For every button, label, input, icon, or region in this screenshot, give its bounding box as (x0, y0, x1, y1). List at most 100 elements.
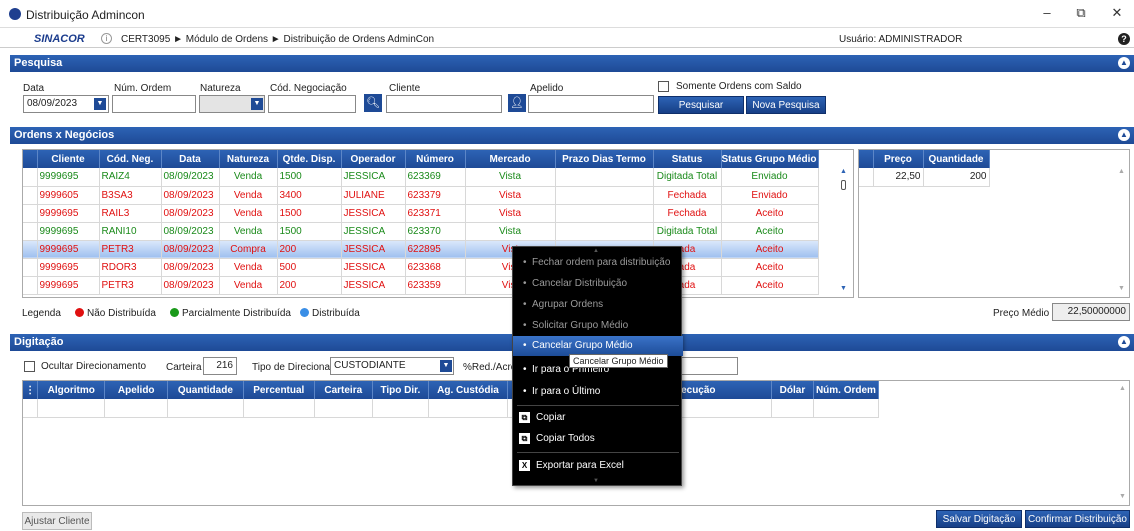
dig-col-header[interactable]: Dólar (771, 381, 814, 399)
col-header[interactable]: Operador (341, 150, 406, 168)
dig-col-header[interactable]: Percentual (243, 381, 315, 399)
menu-item-label: Ir para o Último (532, 386, 601, 397)
row-selector[interactable] (23, 186, 38, 205)
dig-col-header[interactable]: Núm. Ordem (813, 381, 880, 399)
scroll-up-icon[interactable]: ▲ (840, 168, 847, 175)
user-lookup-icon[interactable]: 👤︎ (508, 94, 526, 112)
apelido-input[interactable] (528, 95, 654, 113)
menu-cancelar-grupo-medio[interactable]: • Cancelar Grupo Médio (513, 336, 683, 356)
dig-scroll-down-icon[interactable]: ▼ (1119, 493, 1126, 500)
row-selector[interactable] (23, 222, 38, 241)
preco-scroll-up-icon[interactable]: ▲ (1118, 168, 1125, 175)
saldo-checkbox[interactable] (658, 81, 669, 92)
nova-pesquisa-button[interactable]: Nova Pesquisa (746, 96, 826, 114)
breadcrumb: CERT3095 ► Módulo de Ordens ► Distribuiç… (121, 34, 435, 45)
salvar-digitacao-button[interactable]: Salvar Digitação (936, 510, 1022, 528)
col-header[interactable]: Qtde. Disp. (277, 150, 342, 168)
dig-col-header[interactable]: Tipo Dir. (372, 381, 430, 399)
col-header[interactable]: Natureza (219, 150, 278, 168)
preco-row[interactable]: 22,50 200 (859, 168, 990, 187)
dig-selector-header: ⋮ (23, 381, 39, 399)
menu-scroll-down-icon[interactable]: ▼ (593, 478, 599, 484)
natureza-label: Natureza (200, 83, 241, 94)
dig-col-header[interactable]: Carteira (314, 381, 373, 399)
pesquisar-button[interactable]: Pesquisar (658, 96, 744, 114)
col-header[interactable]: Mercado (465, 150, 556, 168)
close-button[interactable]: ✕ (1102, 5, 1132, 21)
col-header[interactable]: Prazo Dias Termo (555, 150, 654, 168)
carteira-input[interactable]: 216 (203, 357, 237, 375)
cell-cod: B3SA3 (99, 186, 162, 205)
cell-grupo: Aceito (721, 204, 819, 223)
menu-agrupar-ordens[interactable]: • Agrupar Ordens (513, 295, 683, 315)
col-header[interactable]: Cód. Neg. (99, 150, 162, 168)
col-header[interactable]: Status (653, 150, 722, 168)
cell-natureza: Venda (219, 168, 278, 187)
menu-item-label: Copiar (536, 412, 566, 423)
cell-mercado: Vista (465, 204, 556, 223)
digitacao-empty-row[interactable] (23, 399, 880, 418)
dig-col-header[interactable]: Ag. Custódia (428, 381, 508, 399)
pesquisa-header: Pesquisa ▲ (10, 55, 1134, 72)
table-row[interactable]: 9999605 B3SA3 08/09/2023 Venda 3400 JULIANE 62… (23, 186, 819, 205)
search-icon[interactable]: 🔍︎ (364, 94, 382, 112)
dig-col-header[interactable]: Algoritmo (37, 381, 106, 399)
cod-neg-input[interactable] (268, 95, 356, 113)
dig-col-header[interactable]: Apelido (104, 381, 169, 399)
table-row[interactable]: 9999695 RANI10 08/09/2023 Venda 1500 JESSICA 6… (23, 222, 819, 241)
preco-grid[interactable]: Preço Quantidade 22,50 200 ▲ ▼ (858, 149, 1130, 298)
minimize-button[interactable]: – (1032, 5, 1062, 20)
cliente-input[interactable] (386, 95, 502, 113)
cell-cliente: 9999695 (37, 258, 100, 277)
table-row[interactable]: 9999695 RAIZ4 08/09/2023 Venda 1500 JESSICA 62… (23, 168, 819, 187)
menu-fechar-ordem[interactable]: • Fechar ordem para distribuição (513, 253, 683, 273)
preco-scroll-down-icon[interactable]: ▼ (1118, 285, 1125, 292)
cell-prazo (555, 186, 654, 205)
ordens-grid[interactable]: Cliente Cód. Neg. Data Natureza Qtde. Disp. O… (22, 149, 854, 298)
collapse-ordens-icon[interactable]: ▲ (1118, 129, 1130, 141)
tipo-dir-select[interactable]: CUSTODIANTE (330, 357, 454, 375)
table-row[interactable]: 9999695 PETR3 08/09/2023 Compra 200 JESSICA 62… (23, 240, 819, 259)
restore-button[interactable]: ⧉ (1066, 5, 1096, 21)
menu-cancelar-distribuicao[interactable]: • Cancelar Distribuição (513, 274, 683, 294)
preco-table: Preço Quantidade 22,50 200 (859, 150, 990, 187)
col-header[interactable]: Status Grupo Médio ▼ (721, 150, 819, 168)
scroll-down-icon[interactable]: ▼ (840, 285, 847, 292)
legend-nao-distribuida: Não Distribuída (75, 308, 156, 319)
row-selector[interactable] (23, 204, 38, 223)
help-icon[interactable]: ? (1118, 33, 1130, 45)
col-header[interactable]: Número (405, 150, 466, 168)
menu-exportar-excel[interactable]: X Exportar para Excel (513, 456, 683, 476)
natureza-dropdown-icon[interactable]: ▼ (251, 98, 263, 110)
cell-operador: JESSICA (341, 168, 406, 187)
menu-copiar-todos[interactable]: ⧉ Copiar Todos (513, 429, 683, 449)
table-row[interactable]: 9999695 RDOR3 08/09/2023 Venda 500 JESSICA 623… (23, 258, 819, 277)
table-row[interactable]: 9999695 PETR3 08/09/2023 Venda 200 JESSICA 623… (23, 276, 819, 295)
cell-operador: JESSICA (341, 276, 406, 295)
row-selector[interactable] (23, 240, 38, 259)
cell-cliente: 9999695 (37, 168, 100, 187)
info-icon[interactable]: i (101, 33, 112, 44)
num-ordem-input[interactable] (112, 95, 196, 113)
collapse-pesquisa-icon[interactable]: ▲ (1118, 57, 1130, 69)
confirmar-distribuicao-button[interactable]: Confirmar Distribuição (1025, 510, 1130, 528)
row-selector (859, 168, 874, 187)
ocultar-checkbox[interactable] (24, 361, 35, 372)
menu-solicitar-grupo-medio[interactable]: • Solicitar Grupo Médio (513, 316, 683, 336)
menu-ir-ultimo[interactable]: • Ir para o Último (513, 382, 683, 402)
cell-status: Digitada Total (653, 222, 722, 241)
row-selector[interactable] (23, 276, 38, 295)
col-header[interactable]: Data (161, 150, 220, 168)
dig-scroll-up-icon[interactable]: ▲ (1119, 385, 1126, 392)
tipo-dropdown-icon[interactable]: ▼ (440, 360, 452, 372)
table-row[interactable]: 9999695 RAIL3 08/09/2023 Venda 1500 JESSICA 62… (23, 204, 819, 223)
dig-col-header[interactable]: Quantidade (167, 381, 244, 399)
date-dropdown-icon[interactable]: ▼ (94, 98, 106, 110)
row-selector[interactable] (23, 168, 38, 187)
menu-copiar[interactable]: ⧉ Copiar (513, 408, 683, 428)
scrollbar-thumb[interactable] (841, 180, 846, 190)
collapse-digitacao-icon[interactable]: ▲ (1118, 336, 1130, 348)
row-selector[interactable] (23, 258, 38, 277)
col-header[interactable]: Cliente (37, 150, 100, 168)
ajustar-cliente-button[interactable]: Ajustar Cliente (22, 512, 92, 530)
